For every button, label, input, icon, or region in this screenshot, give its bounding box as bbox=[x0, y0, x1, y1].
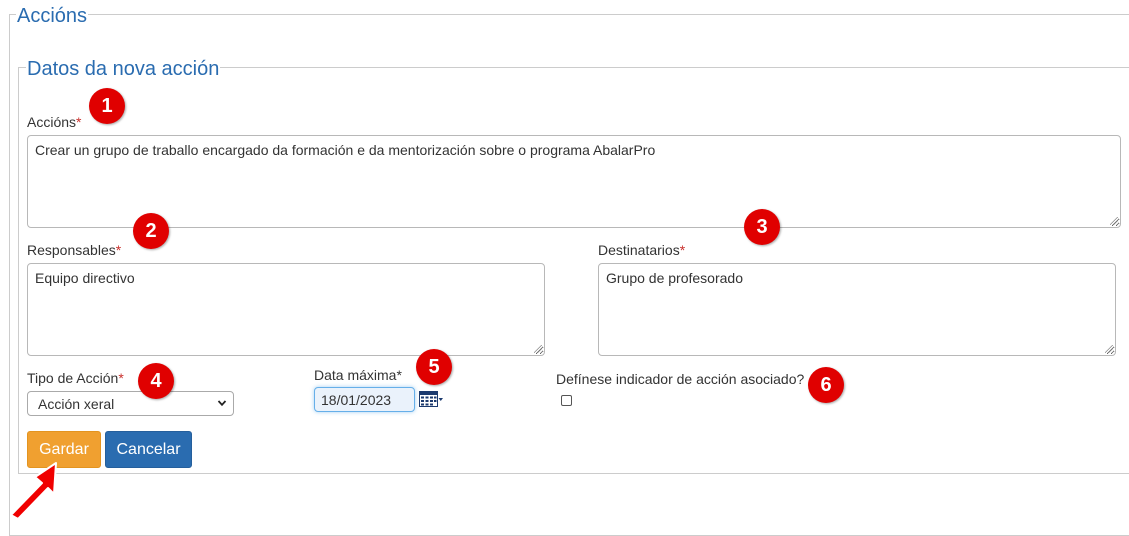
required-marker: * bbox=[76, 114, 82, 130]
required-marker: * bbox=[118, 370, 124, 386]
annotation-badge-1: 1 bbox=[89, 88, 125, 124]
tipo-accion-label: Tipo de Acción* bbox=[27, 371, 124, 385]
destinatarios-label: Destinatarios* bbox=[598, 243, 685, 257]
annotation-badge-4: 4 bbox=[138, 363, 174, 399]
data-maxima-input[interactable]: 18/01/2023 bbox=[314, 387, 415, 412]
resize-grip-icon[interactable] bbox=[1110, 217, 1118, 225]
responsables-label-text: Responsables bbox=[27, 242, 116, 258]
accions-legend: Accións bbox=[16, 5, 89, 27]
responsables-label: Responsables* bbox=[27, 243, 121, 257]
accions-label-text: Accións bbox=[27, 114, 77, 130]
tipo-accion-select[interactable]: Acción xeral bbox=[27, 391, 234, 416]
required-marker: * bbox=[679, 242, 686, 258]
red-arrow-icon bbox=[10, 462, 57, 520]
annotation-badge-2: 2 bbox=[133, 213, 169, 249]
nova-accion-legend: Datos da nova acción bbox=[26, 58, 221, 80]
data-maxima-label-text: Data máxima bbox=[314, 367, 397, 383]
accions-textarea[interactable]: Crear un grupo de traballo encargado da … bbox=[27, 135, 1121, 228]
data-maxima-value: 18/01/2023 bbox=[321, 392, 392, 408]
annotation-badge-3: 3 bbox=[744, 209, 780, 245]
tipo-accion-label-text: Tipo de Acción bbox=[27, 370, 119, 386]
annotation-badge-5: 5 bbox=[416, 349, 452, 385]
required-marker: * bbox=[115, 242, 122, 258]
cancel-button[interactable]: Cancelar bbox=[105, 431, 192, 468]
destinatarios-value: Grupo de profesorado bbox=[606, 270, 743, 286]
required-marker: * bbox=[396, 367, 402, 383]
responsables-textarea[interactable]: Equipo directivo bbox=[27, 263, 545, 356]
destinatarios-textarea[interactable]: Grupo de profesorado bbox=[598, 263, 1116, 356]
chevron-down-icon bbox=[217, 400, 227, 407]
data-maxima-label: Data máxima* bbox=[314, 368, 402, 382]
annotation-badge-6: 6 bbox=[808, 367, 844, 403]
responsables-value: Equipo directivo bbox=[35, 270, 135, 286]
calendar-icon[interactable] bbox=[419, 391, 444, 408]
accions-value: Crear un grupo de traballo encargado da … bbox=[35, 142, 656, 158]
indicador-checkbox[interactable] bbox=[561, 395, 572, 406]
resize-grip-icon[interactable] bbox=[534, 345, 542, 353]
accions-label: Accións* bbox=[27, 115, 81, 129]
destinatarios-label-text: Destinatarios bbox=[598, 242, 680, 258]
resize-grip-icon[interactable] bbox=[1105, 345, 1113, 353]
indicador-label: Defínese indicador de acción asociado? bbox=[556, 371, 805, 387]
tipo-accion-selected: Acción xeral bbox=[38, 396, 115, 412]
